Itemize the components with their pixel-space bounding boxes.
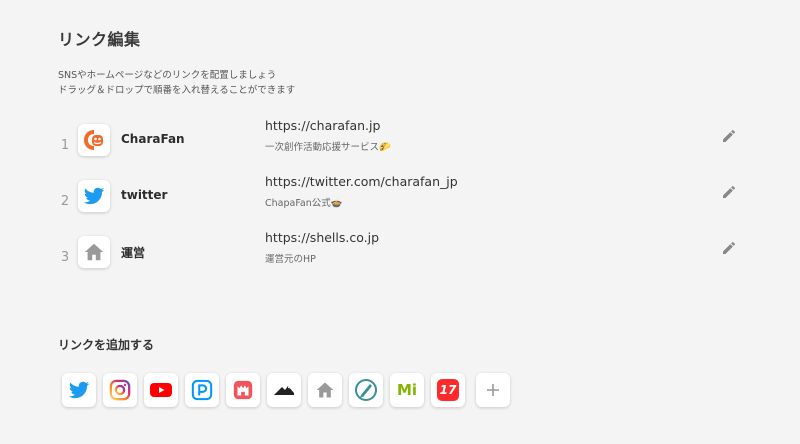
link-subtitle: 運営元のHP bbox=[265, 254, 316, 265]
edit-pencil-icon[interactable] bbox=[719, 126, 739, 146]
page-description-line1: SNSやホームページなどのリンクを配置しましょう bbox=[58, 70, 277, 81]
seventeen-badge: 17 bbox=[437, 379, 459, 401]
link-name: CharaFan bbox=[121, 132, 185, 146]
twitter-icon[interactable] bbox=[62, 373, 96, 407]
row-number: 3 bbox=[60, 250, 70, 265]
taco-emoji-icon: 🌮 bbox=[379, 142, 391, 153]
home-icon[interactable] bbox=[308, 373, 342, 407]
seventeen-label: 17 bbox=[439, 383, 457, 397]
plus-icon[interactable] bbox=[476, 373, 510, 407]
castle-icon[interactable] bbox=[226, 373, 260, 407]
link-name: twitter bbox=[121, 188, 168, 202]
pen-icon[interactable] bbox=[349, 373, 383, 407]
edit-pencil-icon[interactable] bbox=[719, 238, 739, 258]
twitter-bird-icon bbox=[78, 180, 110, 212]
mi-label: Mi bbox=[396, 381, 418, 399]
link-url: https://twitter.com/charafan_jp bbox=[265, 174, 458, 189]
instagram-icon[interactable] bbox=[103, 373, 137, 407]
mi-icon[interactable]: Mi bbox=[390, 373, 424, 407]
link-row-unei[interactable]: 3 運営 https://shells.co.jp 運営元のHP bbox=[0, 230, 800, 286]
link-subtitle: ChараFan公式🍲 bbox=[265, 198, 343, 209]
seventeen-icon[interactable]: 17 bbox=[431, 373, 465, 407]
link-row-twitter[interactable]: 2 twitter https://twitter.com/charafan_j… bbox=[0, 174, 800, 230]
pixiv-icon[interactable] bbox=[185, 373, 219, 407]
pot-emoji-icon: 🍲 bbox=[330, 198, 343, 209]
page-description-line2: ドラッグ＆ドロップで順番を入れ替えることができます bbox=[58, 85, 296, 96]
edit-pencil-icon[interactable] bbox=[719, 182, 739, 202]
row-number: 1 bbox=[60, 138, 70, 153]
charafan-icon bbox=[78, 124, 110, 156]
link-name: 運営 bbox=[121, 246, 146, 260]
youtube-icon[interactable] bbox=[144, 373, 178, 407]
link-subtitle: 一次創作活動応援サービス🌮 bbox=[265, 142, 391, 153]
link-url: https://shells.co.jp bbox=[265, 230, 380, 245]
row-number: 2 bbox=[60, 194, 70, 209]
link-row-charafan[interactable]: 1 CharaFan https://charafan.jp 一次創作活動応援サ… bbox=[0, 118, 800, 174]
add-link-title: リンクを追加する bbox=[58, 338, 155, 352]
home-icon bbox=[78, 236, 110, 268]
mountain-icon[interactable] bbox=[267, 373, 301, 407]
link-url: https://charafan.jp bbox=[265, 118, 381, 133]
page-title: リンク編集 bbox=[58, 30, 141, 49]
